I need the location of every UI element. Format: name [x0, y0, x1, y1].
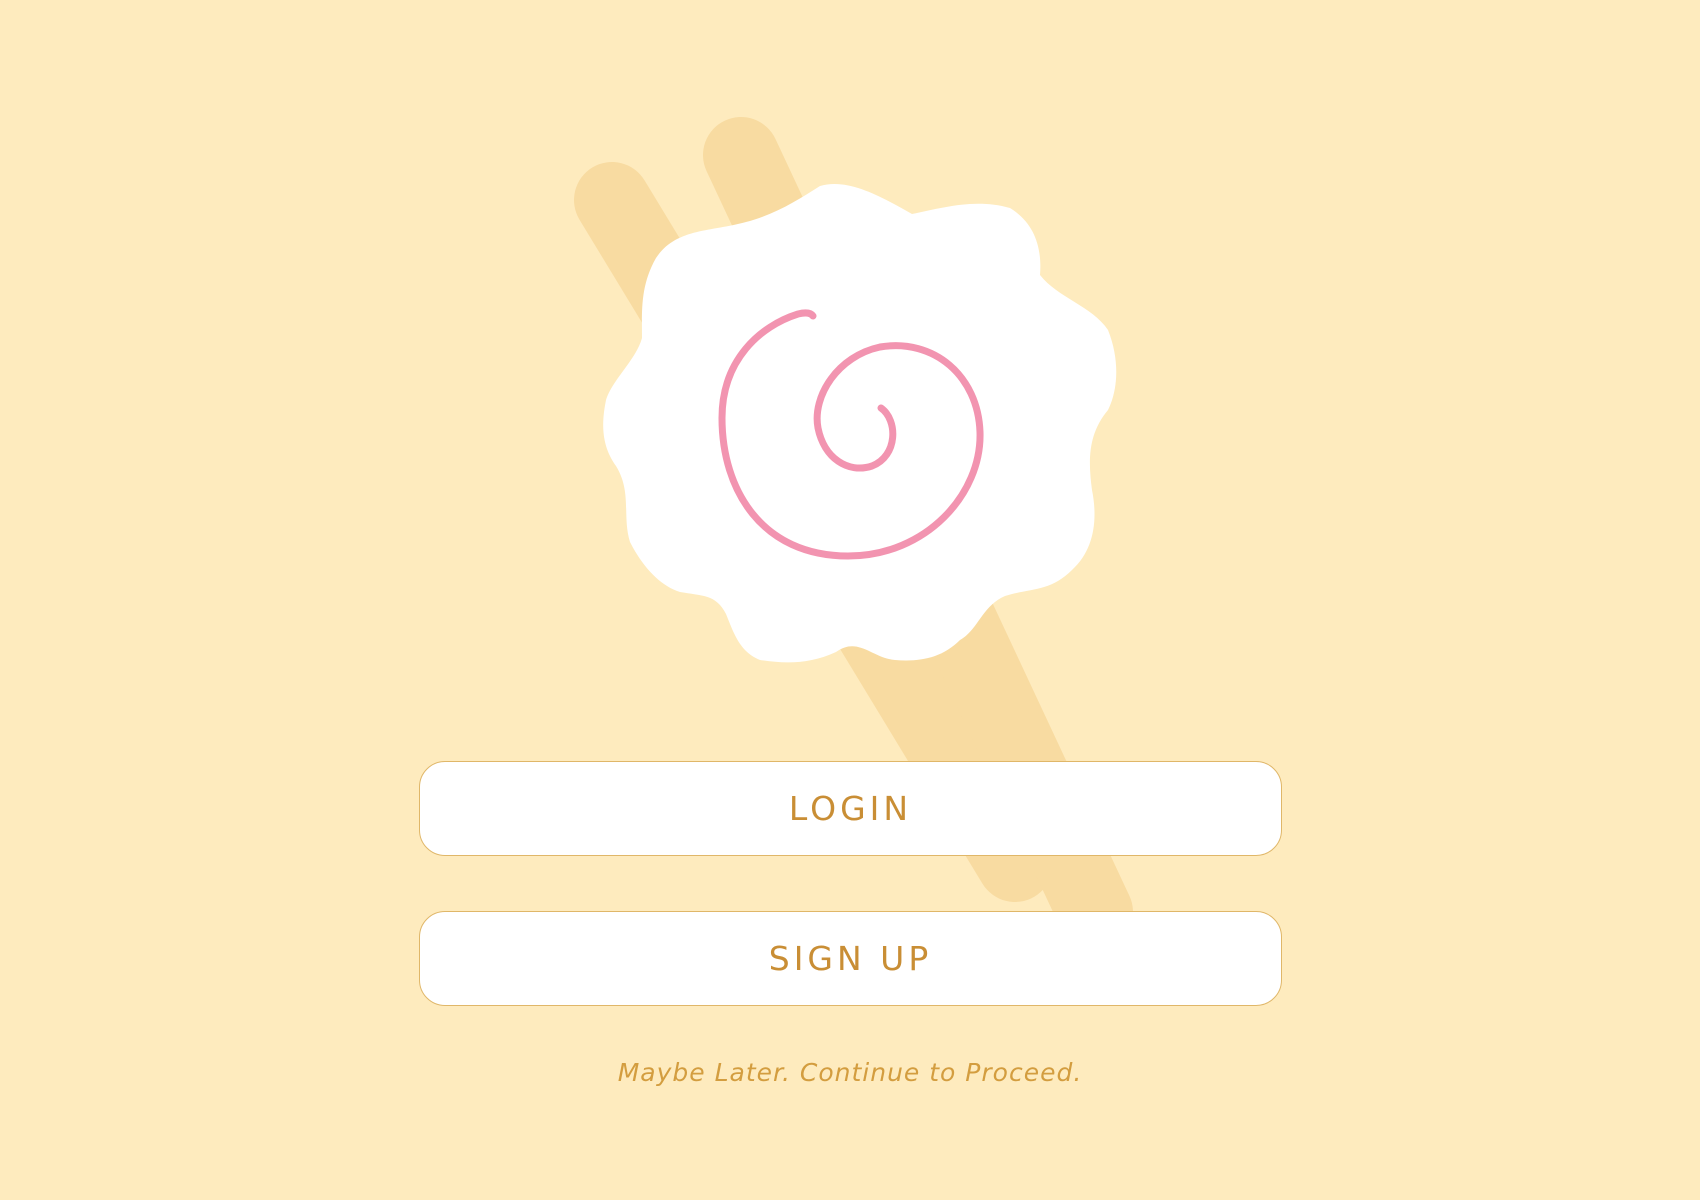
sign-up-button[interactable]: SIGN UP [419, 911, 1282, 1006]
login-button[interactable]: LOGIN [419, 761, 1282, 856]
naruto-chopsticks-illustration [574, 117, 1133, 950]
login-button-label: LOGIN [788, 789, 913, 828]
sign-up-button-label: SIGN UP [768, 939, 933, 978]
naruto-fishcake-icon [603, 184, 1117, 663]
maybe-later-link[interactable]: Maybe Later. Continue to Proceed. [0, 1058, 1700, 1087]
